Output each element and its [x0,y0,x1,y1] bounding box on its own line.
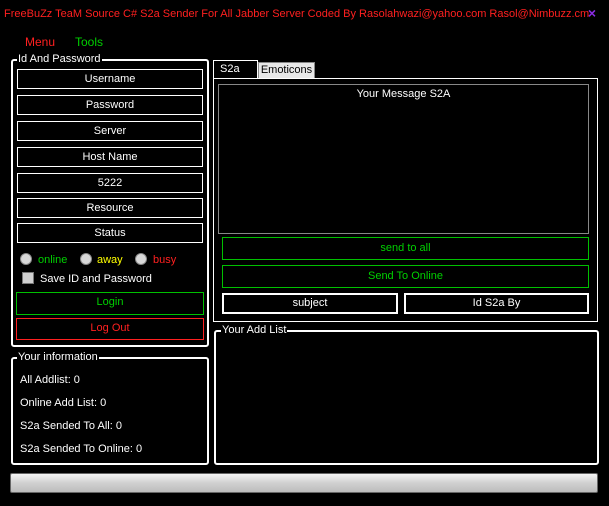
tab-emoticons[interactable]: Emoticons [258,62,315,79]
host-name-field[interactable] [17,147,203,167]
busy-radio[interactable] [135,253,147,265]
online-addlist-count: Online Add List: 0 [20,397,107,409]
port-field[interactable] [17,173,203,193]
away-label: away [97,254,123,266]
username-field[interactable] [17,69,203,89]
logout-button[interactable]: Log Out [16,318,204,340]
login-button[interactable]: Login [16,292,204,315]
online-label: online [38,254,68,266]
password-field[interactable] [17,95,203,115]
login-group-legend: Id And Password [17,53,102,65]
server-field[interactable] [17,121,203,141]
addlist-group[interactable] [214,330,599,465]
s2a-sent-online-count: S2a Sended To Online: 0 [20,443,143,455]
online-radio[interactable] [20,253,32,265]
menu-menu[interactable]: Menu [25,35,55,49]
menu-tools[interactable]: Tools [75,35,103,49]
close-icon[interactable]: × [584,5,600,21]
message-text: Your Message S2A [356,88,451,100]
resource-field[interactable] [17,198,203,218]
window-title: FreeBuZz TeaM Source C# S2a Sender For A… [4,8,590,20]
progress-bar [10,473,598,493]
subject-field[interactable]: subject [222,293,398,314]
status-field[interactable] [17,223,203,243]
id-s2a-by-field[interactable]: Id S2a By [404,293,589,314]
save-checkbox[interactable] [22,272,34,284]
send-to-all-button[interactable]: send to all [222,237,589,260]
send-to-online-button[interactable]: Send To Online [222,265,589,288]
save-label: Save ID and Password [40,273,152,285]
busy-label: busy [153,254,177,266]
all-addlist-count: All Addlist: 0 [20,374,80,386]
message-textarea[interactable]: Your Message S2A [218,84,589,234]
away-radio[interactable] [80,253,92,265]
info-group-legend: Your information [17,351,99,363]
s2a-sent-all-count: S2a Sended To All: 0 [20,420,122,432]
tab-s2a[interactable]: S2a [213,60,258,78]
addlist-legend: Your Add List [221,324,288,336]
